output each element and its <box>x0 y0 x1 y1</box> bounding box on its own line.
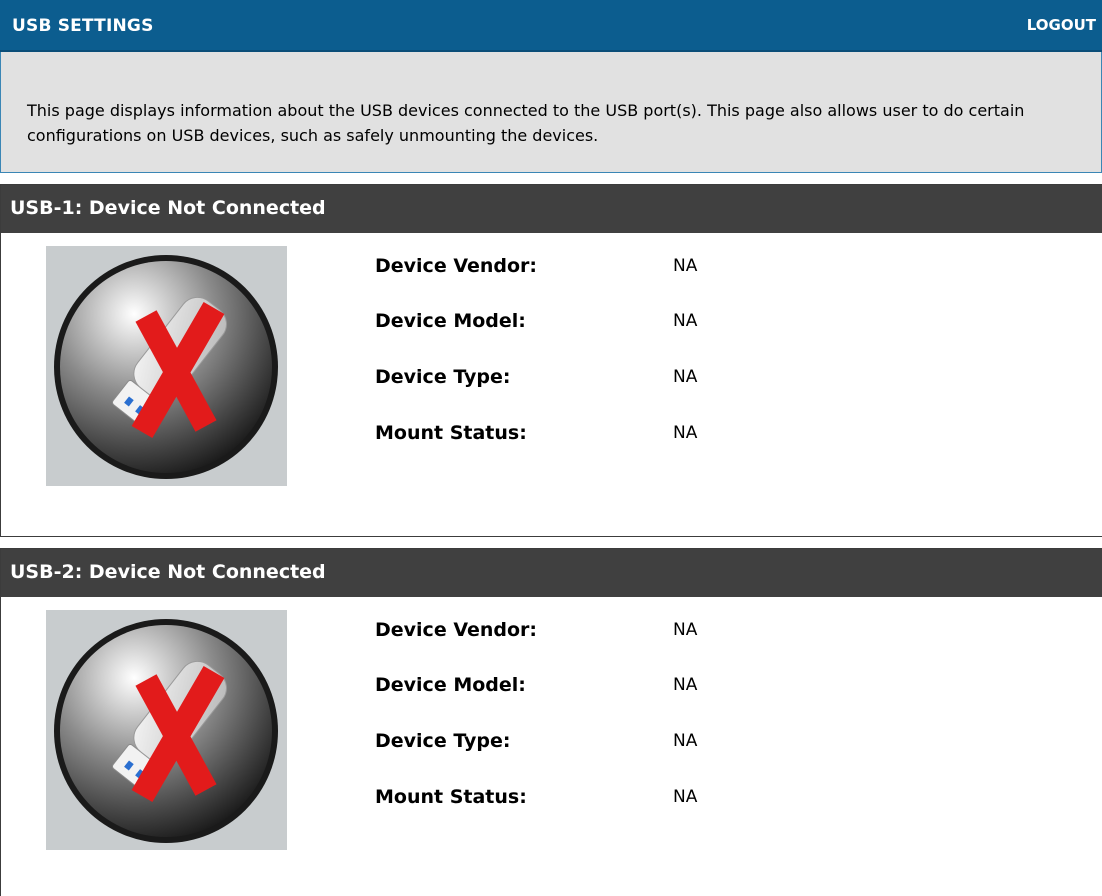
top-bar: USB SETTINGS LOGOUT <box>0 0 1102 52</box>
device-type-label: Device Type: <box>375 730 511 752</box>
device-model-value: NA <box>673 675 698 695</box>
logout-link[interactable]: LOGOUT <box>1027 16 1096 34</box>
usb-port-header-2: USB-2: Device Not Connected <box>1 549 1102 597</box>
device-type-label: Device Type: <box>375 366 511 388</box>
device-type-value: NA <box>673 731 698 751</box>
usb-port-panel-2: USB-2: Device Not Connected Device Vendo… <box>0 548 1102 896</box>
mount-status-value: NA <box>673 423 698 443</box>
device-model-label: Device Model: <box>375 310 526 332</box>
page-title: USB SETTINGS <box>12 16 154 36</box>
usb-port-panel-1: USB-1: Device Not Connected Device Vendo… <box>0 184 1102 537</box>
usb-disconnected-icon <box>46 610 287 850</box>
device-type-value: NA <box>673 367 698 387</box>
usb-port-title: USB-2: Device Not Connected <box>10 561 326 583</box>
usb-port-title: USB-1: Device Not Connected <box>10 197 326 219</box>
intro-text: This page displays information about the… <box>27 101 1025 145</box>
mount-status-value: NA <box>673 787 698 807</box>
usb-port-header-1: USB-1: Device Not Connected <box>1 185 1102 233</box>
device-vendor-value: NA <box>673 256 698 276</box>
device-vendor-label: Device Vendor: <box>375 619 538 641</box>
device-vendor-value: NA <box>673 620 698 640</box>
mount-status-label: Mount Status: <box>375 786 527 808</box>
device-model-value: NA <box>673 311 698 331</box>
usb-disconnected-icon <box>46 246 287 486</box>
mount-status-label: Mount Status: <box>375 422 527 444</box>
device-vendor-label: Device Vendor: <box>375 255 538 277</box>
intro-box: This page displays information about the… <box>0 52 1102 173</box>
device-model-label: Device Model: <box>375 674 526 696</box>
